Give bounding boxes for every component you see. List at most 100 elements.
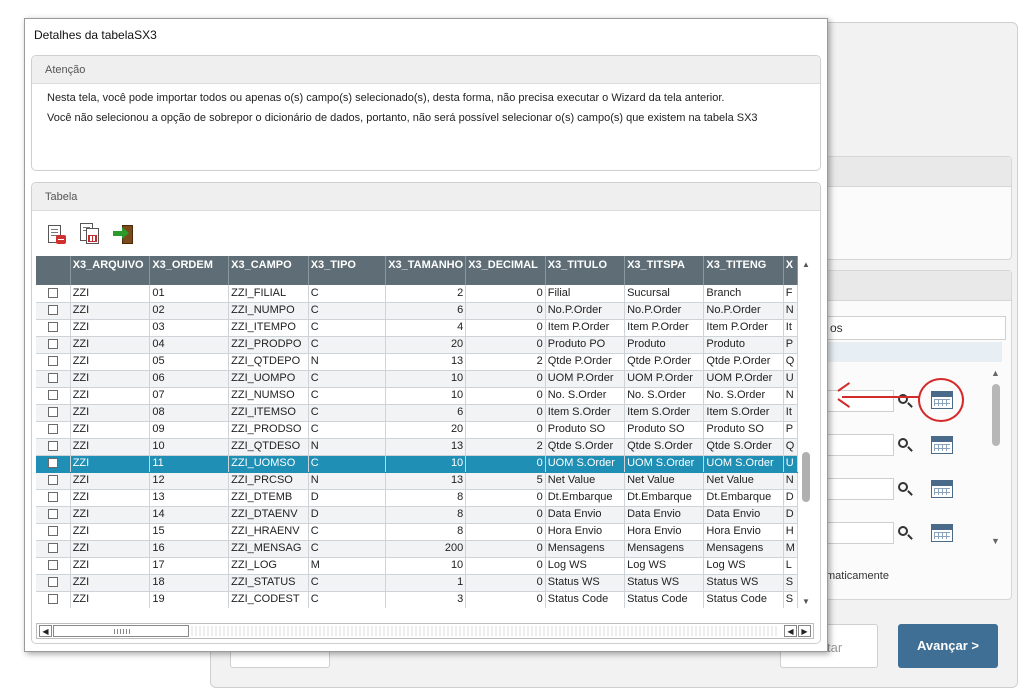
search-icon[interactable] xyxy=(898,438,914,454)
row-checkbox[interactable] xyxy=(47,577,58,588)
wizard-field-4[interactable] xyxy=(826,522,894,544)
scroll-down-icon[interactable]: ▼ xyxy=(802,597,810,606)
scroll-up-icon[interactable]: ▲ xyxy=(991,368,1000,378)
table-row[interactable]: ZZI 06 ZZI_UOMPO C 10 0 UOM P.Order UOM P.Order… xyxy=(36,370,798,388)
table-cell: N xyxy=(783,302,798,320)
grid-hscroll-track[interactable] xyxy=(191,626,779,636)
table-row[interactable]: ZZI 17 ZZI_LOG M 10 0 Log WS Log WS Log WS L xyxy=(36,557,798,575)
scroll-down-icon[interactable]: ▼ xyxy=(991,536,1000,546)
column-header[interactable]: X3_TIPO xyxy=(308,256,387,285)
wizard-field-1[interactable] xyxy=(826,390,894,412)
table-row[interactable]: ZZI 09 ZZI_PRODSO C 20 0 Produto SO Produto SO P… xyxy=(36,421,798,439)
table-cell: C xyxy=(308,540,387,558)
table-row[interactable]: ZZI 03 ZZI_ITEMPO C 4 0 Item P.Order Item P.Ord… xyxy=(36,319,798,337)
row-checkbox[interactable] xyxy=(47,287,58,298)
table-row[interactable]: ZZI 19 ZZI_CODEST C 3 0 Status Code Status Code… xyxy=(36,591,798,608)
row-checkbox[interactable] xyxy=(47,356,58,367)
row-checkbox[interactable] xyxy=(47,339,58,350)
row-checkbox[interactable] xyxy=(47,543,58,554)
table-cell: 07 xyxy=(149,387,230,405)
column-header[interactable]: X3_ARQUIVO xyxy=(70,256,151,285)
column-header[interactable]: X3_TITENG xyxy=(703,256,784,285)
row-checkbox[interactable] xyxy=(47,322,58,333)
table-cell: No.P.Order xyxy=(703,302,784,320)
table-cell: 0 xyxy=(465,489,546,507)
row-checkbox[interactable] xyxy=(47,390,58,401)
table-row[interactable]: ZZI 02 ZZI_NUMPO C 6 0 No.P.Order No.P.Order No.… xyxy=(36,302,798,320)
row-checkbox[interactable] xyxy=(47,560,58,571)
row-checkbox[interactable] xyxy=(47,424,58,435)
table-cell: D xyxy=(308,506,387,524)
select-column-header[interactable] xyxy=(36,256,71,285)
row-checkbox[interactable] xyxy=(47,458,58,469)
grid-scroll-thumb[interactable] xyxy=(802,452,810,502)
wizard-tab-stripe xyxy=(826,342,1002,362)
next-button[interactable]: Avançar > xyxy=(898,624,998,668)
screen: os ▲ ▼ maticamente tar Avançar > Detalhe… xyxy=(0,0,1025,699)
row-checkbox[interactable] xyxy=(47,475,58,486)
table-cell: Produto PO xyxy=(545,336,626,354)
search-icon[interactable] xyxy=(898,482,914,498)
table-grid-icon[interactable] xyxy=(931,524,953,542)
row-checkbox[interactable] xyxy=(47,305,58,316)
table-row[interactable]: ZZI 18 ZZI_STATUS C 1 0 Status WS Status WS Stat… xyxy=(36,574,798,592)
wizard-field-3[interactable] xyxy=(826,478,894,500)
row-checkbox[interactable] xyxy=(47,526,58,537)
exit-door-icon[interactable] xyxy=(113,224,135,246)
row-checkbox[interactable] xyxy=(47,509,58,520)
table-row[interactable]: ZZI 16 ZZI_MENSAG C 200 0 Mensagens Mensagens Me… xyxy=(36,540,798,558)
wizard-scroll-thumb[interactable] xyxy=(992,384,1000,446)
table-cell: 13 xyxy=(385,472,467,490)
table-cell: C xyxy=(308,574,387,592)
remove-document-icon[interactable] xyxy=(45,224,67,246)
export-document-icon[interactable] xyxy=(79,223,101,245)
table-row[interactable]: ZZI 07 ZZI_NUMSO C 10 0 No. S.Order No. S.Order… xyxy=(36,387,798,405)
table-row[interactable]: ZZI 05 ZZI_QTDEPO N 13 2 Qtde P.Order Qtde P.Or… xyxy=(36,353,798,371)
grid-hscroll-thumb[interactable] xyxy=(53,625,189,637)
column-header[interactable]: X3_CAMPO xyxy=(228,256,309,285)
table-cell: Item P.Order xyxy=(624,319,705,337)
scroll-up-icon[interactable]: ▲ xyxy=(802,260,810,269)
table-row[interactable]: ZZI 12 ZZI_PRCSO N 13 5 Net Value Net Value Net … xyxy=(36,472,798,490)
column-header[interactable]: X xyxy=(783,256,798,285)
row-checkbox[interactable] xyxy=(47,492,58,503)
table-cell: Produto SO xyxy=(624,421,705,439)
scroll-left-icon[interactable]: ◀ xyxy=(39,625,52,637)
scroll-left-icon[interactable]: ◀ xyxy=(784,625,797,637)
column-header[interactable]: X3_TITSPA xyxy=(624,256,705,285)
table-row[interactable]: ZZI 11 ZZI_UOMSO C 10 0 UOM S.Order UOM S.Order… xyxy=(36,455,798,473)
row-checkbox-cell xyxy=(36,506,71,524)
table-grid-icon[interactable] xyxy=(931,436,953,454)
row-checkbox[interactable] xyxy=(47,373,58,384)
table-row[interactable]: ZZI 04 ZZI_PRODPO C 20 0 Produto PO Produto Prod… xyxy=(36,336,798,354)
table-cell: 16 xyxy=(149,540,230,558)
search-icon[interactable] xyxy=(898,526,914,542)
table-row[interactable]: ZZI 15 ZZI_HRAENV C 8 0 Hora Envio Hora Envio Ho… xyxy=(36,523,798,541)
row-checkbox[interactable] xyxy=(47,407,58,418)
table-row[interactable]: ZZI 08 ZZI_ITEMSO C 6 0 Item S.Order Item S.Ord… xyxy=(36,404,798,422)
table-row[interactable]: ZZI 14 ZZI_DTAENV D 8 0 Data Envio Data Envio Da… xyxy=(36,506,798,524)
table-grid-icon[interactable] xyxy=(931,480,953,498)
scroll-right-icon[interactable]: ▶ xyxy=(798,625,811,637)
wizard-scrollbar[interactable]: ▲ ▼ xyxy=(988,366,1004,548)
row-checkbox[interactable] xyxy=(47,594,58,605)
table-row[interactable]: ZZI 13 ZZI_DTEMB D 8 0 Dt.Embarque Dt.Embarque D… xyxy=(36,489,798,507)
table-cell: ZZI_ITEMPO xyxy=(228,319,309,337)
table-cell: C xyxy=(308,302,387,320)
grid-vertical-scrollbar[interactable]: ▲ ▼ xyxy=(798,256,814,608)
grid-horizontal-scrollbar[interactable]: ◀ ◀ ▶ xyxy=(36,623,814,639)
column-header[interactable]: X3_TAMANHO xyxy=(385,256,467,285)
table-row[interactable]: ZZI 01 ZZI_FILIAL C 2 0 Filial Sucursal Branch F xyxy=(36,285,798,303)
table-cell: ZZI_CODEST xyxy=(228,591,309,608)
column-header[interactable]: X3_DECIMAL xyxy=(465,256,546,285)
column-header[interactable]: X3_ORDEM xyxy=(149,256,230,285)
row-checkbox[interactable] xyxy=(47,441,58,452)
table-row[interactable]: ZZI 10 ZZI_QTDESO N 13 2 Qtde S.Order Qtde S.Or… xyxy=(36,438,798,456)
table-cell: 0 xyxy=(465,557,546,575)
table-cell: Qtde S.Order xyxy=(624,438,705,456)
table-cell: 03 xyxy=(149,319,230,337)
table-cell: 17 xyxy=(149,557,230,575)
wizard-field-2[interactable] xyxy=(826,434,894,456)
wizard-tab[interactable]: os xyxy=(826,316,1006,340)
column-header[interactable]: X3_TITULO xyxy=(545,256,626,285)
